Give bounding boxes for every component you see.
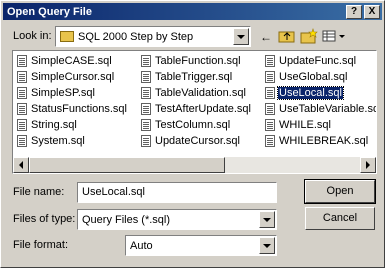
chevron-down-icon[interactable] [259,237,275,254]
files-of-type-dropdown[interactable]: Query Files (*.sql) [77,209,277,230]
chevron-down-icon[interactable] [259,211,275,228]
sql-file-icon [265,103,275,115]
files-of-type-value: Query Files (*.sql) [82,213,171,226]
file-item[interactable]: TableFunction.sql [139,53,263,69]
sql-file-icon [141,119,151,131]
sql-file-icon [17,103,27,115]
title-bar[interactable]: Open Query File ? X [3,3,382,20]
file-item[interactable]: TableValidation.sql [139,85,263,101]
sql-file-icon [17,71,27,83]
file-item[interactable]: SimpleCASE.sql [15,53,139,69]
sql-file-icon [141,135,151,147]
file-item[interactable]: TestColumn.sql [139,117,263,133]
sql-file-icon [17,55,27,67]
file-item[interactable]: WHILE.sql [263,117,376,133]
horizontal-scrollbar[interactable] [13,157,376,173]
sql-file-icon [141,87,151,99]
file-item[interactable]: WHILEBREAK.sql [263,133,376,149]
file-item[interactable]: StatusFunctions.sql [15,101,139,117]
file-name-label: File name: [13,186,65,198]
sql-file-icon [265,119,275,131]
file-item[interactable]: System.sql [15,133,139,149]
views-menu-icon[interactable] [321,28,347,46]
file-column-2: TableFunction.sql TableTrigger.sql Table… [139,53,263,149]
look-in-label: Look in: [13,30,52,42]
up-folder-icon[interactable] [277,28,297,46]
scroll-thumb[interactable] [29,157,225,173]
file-format-dropdown[interactable]: Auto [125,235,277,256]
file-column-1: SimpleCASE.sql SimpleCursor.sql SimpleSP… [15,53,139,149]
file-item[interactable]: UseGlobal.sql [263,69,376,85]
file-item[interactable]: TestAfterUpdate.sql [139,101,263,117]
sql-file-icon [17,135,27,147]
file-column-3: UpdateFunc.sql UseGlobal.sql UseLocal.sq… [263,53,376,149]
look-in-dropdown[interactable]: SQL 2000 Step by Step [55,26,251,47]
sql-file-icon [265,55,275,67]
scroll-track[interactable] [29,157,360,173]
new-folder-icon[interactable] [299,28,319,46]
back-arrow-icon[interactable]: ← [256,28,276,46]
file-item-selected[interactable]: UseLocal.sql [263,85,376,101]
folder-icon [60,31,74,42]
sql-file-icon [17,87,27,99]
chevron-down-icon[interactable] [233,28,249,45]
file-format-label: File format: [13,239,69,251]
scroll-right-button[interactable] [360,157,376,173]
sql-file-icon [141,71,151,83]
sql-file-icon [141,55,151,67]
file-list[interactable]: SimpleCASE.sql SimpleCursor.sql SimpleSP… [12,50,377,174]
file-item[interactable]: UseTableVariable.sql [263,101,376,117]
open-query-file-dialog: Open Query File ? X Look in: SQL 2000 St… [0,0,385,268]
open-button[interactable]: Open [304,179,376,204]
files-of-type-label: Files of type: [13,213,76,225]
sql-file-icon [265,135,275,147]
sql-file-icon [141,103,151,115]
file-item[interactable]: UpdateFunc.sql [263,53,376,69]
file-item[interactable]: TableTrigger.sql [139,69,263,85]
help-button[interactable]: ? [346,4,362,19]
dialog-title: Open Query File [7,5,92,18]
close-button[interactable]: X [364,4,380,19]
file-format-value: Auto [130,239,153,252]
file-item[interactable]: SimpleSP.sql [15,85,139,101]
look-in-value: SQL 2000 Step by Step [78,30,194,43]
sql-file-icon [265,87,275,99]
file-item[interactable]: UpdateCursor.sql [139,133,263,149]
file-item[interactable]: SimpleCursor.sql [15,69,139,85]
file-name-input[interactable]: UseLocal.sql [77,182,277,203]
file-item[interactable]: String.sql [15,117,139,133]
sql-file-icon [265,71,275,83]
scroll-left-button[interactable] [13,157,29,173]
sql-file-icon [17,119,27,131]
cancel-button[interactable]: Cancel [305,207,375,230]
